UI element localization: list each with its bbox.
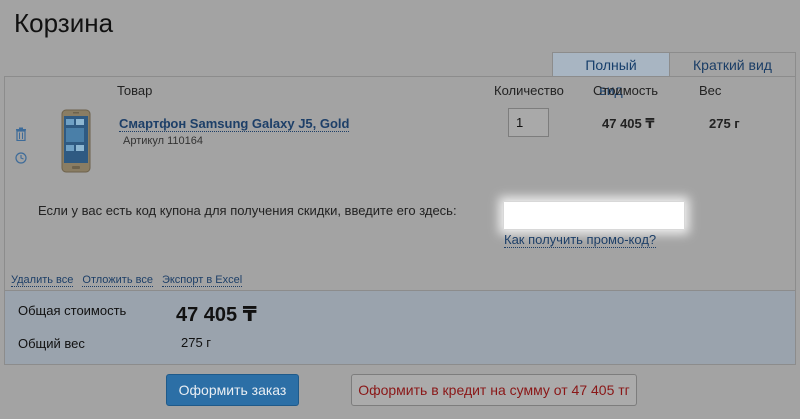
total-weight-value: 275 г bbox=[181, 335, 212, 350]
item-price: 47 405 ₸ bbox=[602, 116, 655, 131]
promo-code-link[interactable]: Как получить промо-код? bbox=[504, 232, 657, 248]
cart-table: Товар Количество Стоимость Вес Смартфон bbox=[4, 76, 796, 290]
coupon-input[interactable] bbox=[503, 201, 685, 230]
trash-icon[interactable] bbox=[15, 127, 27, 141]
postpone-all-link[interactable]: Отложить все bbox=[82, 274, 153, 287]
header-quantity: Количество bbox=[494, 83, 564, 98]
total-cost-label: Общая стоимость bbox=[18, 303, 127, 318]
cart-actions: Удалить все Отложить все Экспорт в Excel bbox=[11, 274, 243, 287]
view-tabs: Полный вид Краткий вид bbox=[552, 52, 796, 98]
checkout-button[interactable]: Оформить заказ bbox=[166, 374, 299, 406]
product-name-link[interactable]: Смартфон Samsung Galaxy J5, Gold bbox=[119, 116, 350, 132]
total-weight-label: Общий вес bbox=[18, 336, 85, 351]
export-excel-link[interactable]: Экспорт в Excel bbox=[161, 274, 243, 287]
coupon-prompt: Если у вас есть код купона для получения… bbox=[38, 203, 457, 218]
tab-short-view[interactable]: Краткий вид bbox=[670, 52, 796, 77]
header-product: Товар bbox=[117, 83, 153, 98]
delete-all-link[interactable]: Удалить все bbox=[11, 274, 74, 287]
cart-summary: Общая стоимость 47 405 ₸ Общий вес 275 г bbox=[4, 290, 796, 365]
quantity-input[interactable] bbox=[508, 108, 549, 137]
total-cost-value: 47 405 ₸ bbox=[176, 304, 257, 326]
header-cost: Стоимость bbox=[593, 83, 659, 98]
product-thumbnail[interactable] bbox=[61, 109, 91, 173]
cart-page: Корзина Полный вид Краткий вид Товар Кол… bbox=[0, 0, 800, 419]
tab-full-view[interactable]: Полный вид bbox=[552, 52, 670, 98]
clock-icon[interactable] bbox=[15, 152, 27, 164]
page-title: Корзина bbox=[14, 8, 114, 38]
header-weight: Вес bbox=[699, 83, 722, 98]
item-weight: 275 г bbox=[709, 116, 740, 131]
credit-checkout-button[interactable]: Оформить в кредит на сумму от 47 405 тг bbox=[351, 374, 637, 406]
product-sku: Артикул 110164 bbox=[123, 135, 203, 147]
